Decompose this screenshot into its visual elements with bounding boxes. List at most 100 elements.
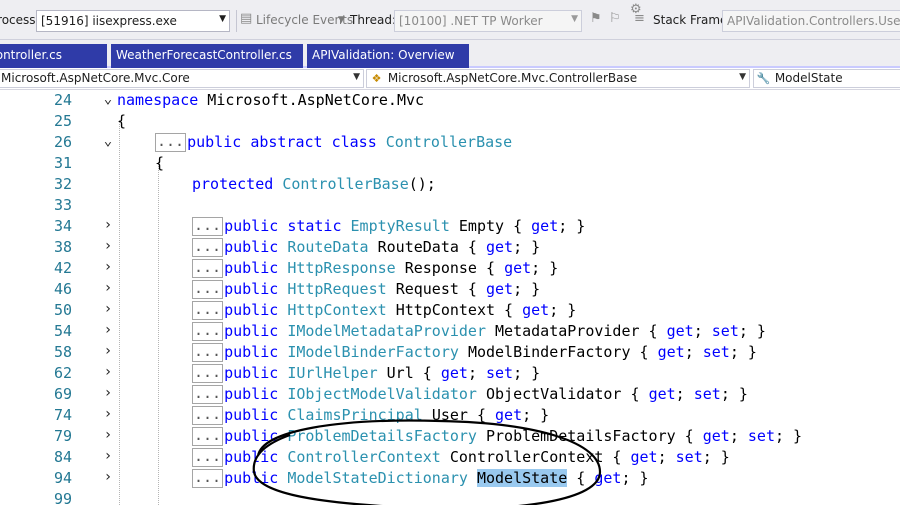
keyword: get: [495, 406, 523, 424]
code-line[interactable]: 79 › ... public ProblemDetailsFactory Pro…: [0, 426, 900, 447]
type-name: IObjectModelValidator: [287, 385, 477, 403]
keyword: set: [747, 427, 775, 445]
keyword: public: [224, 343, 279, 361]
collapsed-region-marker[interactable]: ...: [192, 322, 224, 341]
chevron-down-icon[interactable]: ⌄: [101, 91, 115, 107]
process-dropdown[interactable]: [51916] iisexpress.exe ▼: [36, 10, 230, 32]
chevron-right-icon[interactable]: ›: [101, 301, 115, 317]
code-line[interactable]: 26 ⌄ ... public abstract class Controller…: [0, 132, 900, 153]
type-name: HttpResponse: [287, 259, 396, 277]
collapsed-region-marker[interactable]: ...: [192, 343, 224, 362]
chevron-right-icon[interactable]: ›: [101, 427, 115, 443]
chevron-right-icon[interactable]: ›: [101, 385, 115, 401]
keyword: abstract: [250, 133, 323, 151]
keyword: set: [486, 364, 514, 382]
collapsed-region-marker[interactable]: ...: [192, 469, 224, 488]
code-line[interactable]: 74 › ... public ClaimsPrincipal User { ge…: [0, 405, 900, 426]
project-dropdown[interactable]: Microsoft.AspNetCore.Mvc.Core ▼: [0, 69, 364, 88]
line-number: 69: [53, 385, 72, 403]
property-name: ControllerContext: [449, 448, 604, 466]
code-line[interactable]: 54 › ... public IModelMetadataProvider Me…: [0, 321, 900, 342]
line-number: 46: [53, 280, 72, 298]
code-line[interactable]: 42 › ... public HttpResponse Response { g…: [0, 258, 900, 279]
property-name: Response: [404, 259, 477, 277]
class-icon: ❖: [371, 72, 382, 85]
chevron-right-icon[interactable]: ›: [101, 259, 115, 275]
keyword: get: [657, 343, 685, 361]
chevron-right-icon[interactable]: ›: [101, 364, 115, 380]
keyword: get: [486, 238, 514, 256]
code-line[interactable]: 25 {: [0, 111, 900, 132]
chevron-down-icon[interactable]: ▼: [571, 14, 578, 24]
chevron-right-icon[interactable]: ›: [101, 238, 115, 254]
code-line[interactable]: 94 › ... public ModelStateDictionary Mode…: [0, 468, 900, 489]
code-line[interactable]: 34 › ... public static EmptyResult Empty …: [0, 216, 900, 237]
debug-location-toolbar: Process: [51916] iisexpress.exe ▼ ▤ Life…: [0, 0, 900, 40]
flag-icon[interactable]: ⚑: [590, 11, 602, 26]
type-value: Microsoft.AspNetCore.Mvc.ControllerBase: [387, 71, 638, 85]
keyword: protected: [192, 175, 274, 193]
type-dropdown[interactable]: ❖ Microsoft.AspNetCore.Mvc.ControllerBas…: [366, 69, 750, 88]
collapsed-region-marker[interactable]: ...: [192, 301, 224, 320]
code-line[interactable]: 62 › ... public IUrlHelper Url { get; set…: [0, 363, 900, 384]
open-brace: {: [117, 112, 127, 130]
stack-frame-value: APIValidation.Controllers.UserController: [727, 14, 900, 28]
keyword: public: [224, 280, 279, 298]
collapsed-region-marker[interactable]: ...: [192, 385, 224, 404]
code-line[interactable]: 33: [0, 195, 900, 216]
type-name: IModelMetadataProvider: [287, 322, 486, 340]
code-line[interactable]: 99: [0, 489, 900, 505]
chevron-right-icon[interactable]: ›: [101, 406, 115, 422]
collapsed-region-marker[interactable]: ...: [192, 364, 224, 383]
collapsed-region-marker[interactable]: ...: [192, 238, 224, 257]
thread-dropdown[interactable]: [10100] .NET TP Worker ▼: [394, 10, 582, 32]
property-name: HttpContext: [395, 301, 496, 319]
chevron-right-icon[interactable]: ›: [101, 322, 115, 338]
collapsed-region-marker[interactable]: ...: [192, 259, 224, 278]
chevron-down-icon[interactable]: ▼: [739, 72, 746, 82]
collapsed-region-marker[interactable]: ...: [155, 133, 187, 152]
code-line[interactable]: 32 protected ControllerBase();: [0, 174, 900, 195]
lifecycle-dropdown-arrow[interactable]: ▼: [338, 15, 345, 25]
collapsed-region-marker[interactable]: ...: [192, 448, 224, 467]
keyword: get: [522, 301, 550, 319]
tab-weather-forecast-controller[interactable]: WeatherForecastController.cs: [111, 44, 303, 68]
chevron-right-icon[interactable]: ›: [101, 469, 115, 485]
chevron-down-icon[interactable]: ▼: [353, 72, 360, 82]
tab-user-controller[interactable]: UserController.cs: [0, 44, 107, 68]
chevron-right-icon[interactable]: ›: [101, 217, 115, 233]
chevron-right-icon[interactable]: ›: [101, 343, 115, 359]
code-line[interactable]: 31 {: [0, 153, 900, 174]
code-line[interactable]: 24 ⌄ namespace Microsoft.AspNetCore.Mvc: [0, 90, 900, 111]
chevron-right-icon[interactable]: ›: [101, 280, 115, 296]
code-text: ();: [408, 175, 436, 193]
collapsed-region-marker[interactable]: ...: [192, 427, 224, 446]
keyword: namespace: [117, 91, 199, 109]
code-line[interactable]: 84 › ... public ControllerContext Control…: [0, 447, 900, 468]
line-number: 50: [53, 301, 72, 319]
keyword: set: [693, 385, 721, 403]
collapsed-region-marker[interactable]: ...: [192, 280, 224, 299]
chevron-right-icon[interactable]: ›: [101, 448, 115, 464]
code-line[interactable]: 38 › ... public RouteData RouteData { get…: [0, 237, 900, 258]
line-number: 31: [53, 154, 72, 172]
code-line[interactable]: 58 › ... public IModelBinderFactory Model…: [0, 342, 900, 363]
type-name: ProblemDetailsFactory: [287, 427, 477, 445]
code-line[interactable]: 69 › ... public IObjectModelValidator Obj…: [0, 384, 900, 405]
type-name: HttpRequest: [287, 280, 387, 298]
code-line[interactable]: 46 › ... public HttpRequest Request { get…: [0, 279, 900, 300]
tab-apivalidation-overview[interactable]: APIValidation: Overview: [307, 44, 469, 68]
selected-property-name[interactable]: ModelState: [476, 469, 568, 487]
collapsed-region-marker[interactable]: ...: [192, 217, 224, 236]
chevron-down-icon[interactable]: ⌄: [101, 133, 115, 149]
property-name: Url: [386, 364, 414, 382]
collapsed-region-marker[interactable]: ...: [192, 406, 224, 425]
stack-frame-dropdown[interactable]: APIValidation.Controllers.UserController: [722, 10, 900, 32]
type-name: IUrlHelper: [287, 364, 378, 382]
code-line[interactable]: 50 › ... public HttpContext HttpContext {…: [0, 300, 900, 321]
code-editor[interactable]: 24 ⌄ namespace Microsoft.AspNetCore.Mvc …: [0, 90, 900, 505]
chevron-down-icon[interactable]: ▼: [219, 14, 226, 24]
code-navigation-bar: Microsoft.AspNetCore.Mvc.Core ▼ ❖ Micros…: [0, 68, 900, 90]
member-dropdown[interactable]: 🔧 ModelState: [753, 69, 900, 88]
flag-all-threads-icon[interactable]: ⚐: [609, 11, 621, 26]
